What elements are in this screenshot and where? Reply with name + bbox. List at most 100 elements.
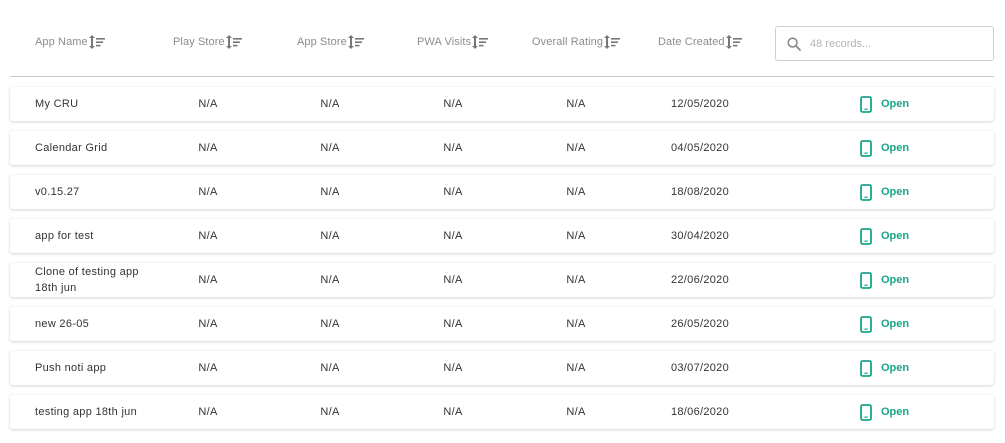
open-app-button[interactable]: Open <box>860 307 909 341</box>
mobile-phone-icon <box>860 315 872 333</box>
column-header-label: Overall Rating <box>532 36 604 48</box>
open-button-label: Open <box>881 142 910 154</box>
date-created-cell: 04/05/2020 <box>670 142 730 154</box>
search-icon <box>787 36 801 51</box>
date-created-cell: 22/06/2020 <box>670 274 730 286</box>
pwa-visits-cell: N/A <box>443 230 463 242</box>
pwa-visits-cell: N/A <box>443 98 463 110</box>
mobile-phone-icon <box>860 403 872 421</box>
open-app-button[interactable]: Open <box>860 263 909 297</box>
app-name-cell: Push noti app <box>35 362 107 374</box>
app-name-cell: new 26-05 <box>35 318 90 330</box>
table-row[interactable]: Push noti app N/A N/A N/A N/A 03/07/2020… <box>10 351 994 385</box>
table-row[interactable]: My CRU N/A N/A N/A N/A 12/05/2020 Open <box>10 87 994 121</box>
search-input[interactable] <box>810 37 980 50</box>
open-app-button[interactable]: Open <box>860 175 909 209</box>
search-box[interactable] <box>775 26 994 61</box>
open-button-label: Open <box>881 362 910 374</box>
date-created-cell: 30/04/2020 <box>670 230 730 242</box>
column-header-label: App Name <box>35 36 88 48</box>
sort-icon[interactable] <box>604 34 621 50</box>
pwa-visits-cell: N/A <box>443 406 463 418</box>
app-name-cell: app for test <box>35 230 94 242</box>
mobile-phone-icon <box>860 271 872 289</box>
app-store-cell: N/A <box>320 406 340 418</box>
date-created-cell: 26/05/2020 <box>670 318 730 330</box>
column-header-label: Date Created <box>658 36 725 48</box>
open-app-button[interactable]: Open <box>860 351 909 385</box>
overall-rating-cell: N/A <box>566 406 586 418</box>
overall-rating-cell: N/A <box>566 362 586 374</box>
open-app-button[interactable]: Open <box>860 131 909 165</box>
table-row[interactable]: app for test N/A N/A N/A N/A 30/04/2020 … <box>10 219 994 253</box>
app-store-cell: N/A <box>320 186 340 198</box>
mobile-phone-icon <box>860 95 872 113</box>
table-row[interactable]: new 26-05 N/A N/A N/A N/A 26/05/2020 Ope… <box>10 307 994 341</box>
table-row[interactable]: v0.15.27 N/A N/A N/A N/A 18/08/2020 Open <box>10 175 994 209</box>
table-row[interactable]: Calendar Grid N/A N/A N/A N/A 04/05/2020… <box>10 131 994 165</box>
play-store-cell: N/A <box>198 318 218 330</box>
date-created-cell: 12/05/2020 <box>670 98 730 110</box>
open-app-button[interactable]: Open <box>860 219 909 253</box>
table-row[interactable]: Clone of testing app 18th jun N/A N/A N/… <box>10 263 994 297</box>
column-header-app-name[interactable]: App Name <box>35 30 106 54</box>
play-store-cell: N/A <box>198 274 218 286</box>
open-button-label: Open <box>881 274 910 286</box>
table-header: App Name Play Store App Store PWA Visits… <box>0 0 1005 77</box>
play-store-cell: N/A <box>198 362 218 374</box>
date-created-cell: 18/08/2020 <box>670 186 730 198</box>
open-button-label: Open <box>881 406 910 418</box>
column-header-overall-rating[interactable]: Overall Rating <box>532 30 621 54</box>
play-store-cell: N/A <box>198 142 218 154</box>
overall-rating-cell: N/A <box>566 142 586 154</box>
pwa-visits-cell: N/A <box>443 362 463 374</box>
column-header-play-store[interactable]: Play Store <box>173 30 243 54</box>
app-store-cell: N/A <box>320 98 340 110</box>
sort-icon[interactable] <box>225 34 243 50</box>
column-header-pwa-visits[interactable]: PWA Visits <box>417 30 489 54</box>
open-button-label: Open <box>881 98 910 110</box>
app-store-cell: N/A <box>320 362 340 374</box>
open-app-button[interactable]: Open <box>860 87 909 121</box>
date-created-cell: 18/06/2020 <box>670 406 730 418</box>
open-button-label: Open <box>881 186 910 198</box>
mobile-phone-icon <box>860 227 872 245</box>
overall-rating-cell: N/A <box>566 274 586 286</box>
pwa-visits-cell: N/A <box>443 274 463 286</box>
column-header-app-store[interactable]: App Store <box>297 30 365 54</box>
mobile-phone-icon <box>860 183 872 201</box>
app-name-cell: Clone of testing app 18th jun <box>35 266 139 294</box>
sort-icon[interactable] <box>725 34 743 50</box>
app-store-cell: N/A <box>320 230 340 242</box>
open-button-label: Open <box>881 230 910 242</box>
play-store-cell: N/A <box>198 230 218 242</box>
pwa-visits-cell: N/A <box>443 186 463 198</box>
column-header-label: App Store <box>297 36 347 48</box>
column-header-label: Play Store <box>173 36 225 48</box>
overall-rating-cell: N/A <box>566 230 586 242</box>
play-store-cell: N/A <box>198 186 218 198</box>
overall-rating-cell: N/A <box>566 98 586 110</box>
open-button-label: Open <box>881 318 910 330</box>
app-store-cell: N/A <box>320 318 340 330</box>
header-divider <box>10 76 994 77</box>
sort-icon[interactable] <box>472 34 489 50</box>
sort-icon[interactable] <box>347 34 365 50</box>
date-created-cell: 03/07/2020 <box>670 362 730 374</box>
app-store-cell: N/A <box>320 142 340 154</box>
app-name-cell: testing app 18th jun <box>35 406 138 418</box>
pwa-visits-cell: N/A <box>443 318 463 330</box>
app-name-cell: v0.15.27 <box>35 186 80 198</box>
open-app-button[interactable]: Open <box>860 395 909 429</box>
sort-icon[interactable] <box>88 34 106 50</box>
mobile-phone-icon <box>860 139 872 157</box>
column-header-date-created[interactable]: Date Created <box>658 30 743 54</box>
play-store-cell: N/A <box>198 406 218 418</box>
app-name-cell: My CRU <box>35 98 79 110</box>
table-row[interactable]: testing app 18th jun N/A N/A N/A N/A 18/… <box>10 395 994 429</box>
overall-rating-cell: N/A <box>566 318 586 330</box>
pwa-visits-cell: N/A <box>443 142 463 154</box>
app-name-cell: Calendar Grid <box>35 142 108 154</box>
mobile-phone-icon <box>860 359 872 377</box>
app-store-cell: N/A <box>320 274 340 286</box>
